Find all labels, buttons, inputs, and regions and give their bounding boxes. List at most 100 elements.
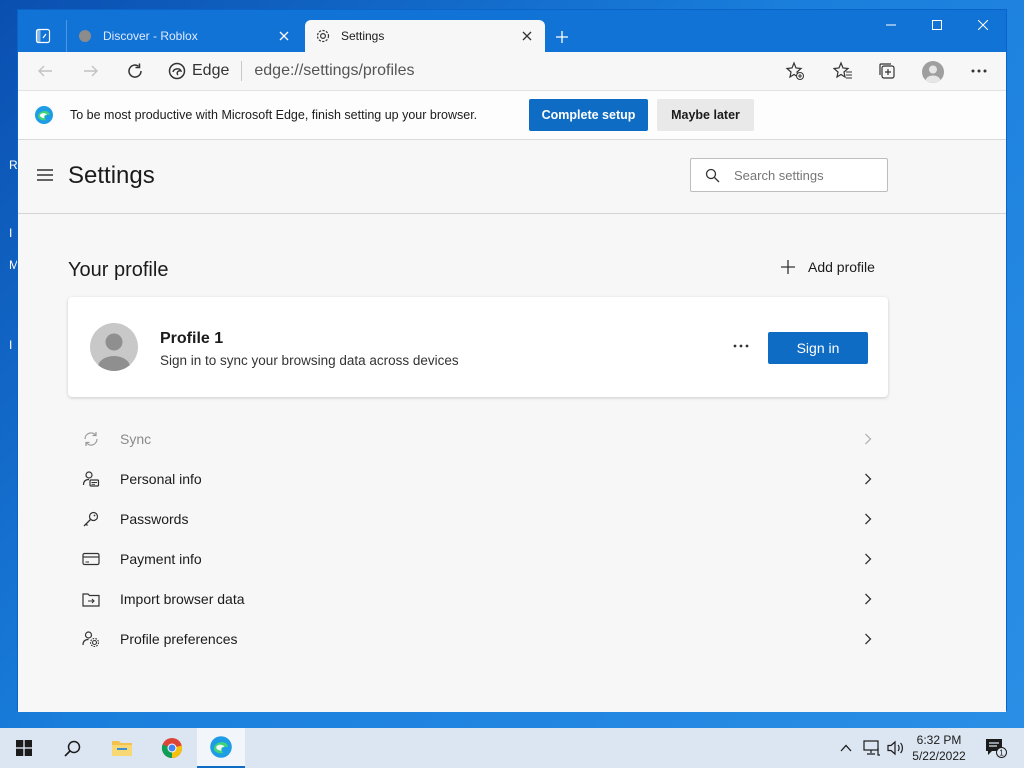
chevron-right-icon — [858, 509, 878, 529]
collections-button[interactable] — [872, 56, 902, 86]
menu-item-personal-info[interactable]: Personal info — [68, 459, 888, 499]
avatar-icon — [925, 65, 941, 83]
menu-item-label: Profile preferences — [120, 631, 238, 647]
more-horizontal-icon — [733, 344, 749, 348]
avatar-icon — [98, 333, 130, 371]
desktop-icon-label: I — [9, 226, 13, 240]
tab-title: Discover - Roblox — [103, 29, 198, 43]
notification-icon: 1 — [986, 739, 1007, 758]
edge-taskbar-button[interactable] — [197, 728, 245, 768]
arrow-right-icon — [84, 65, 98, 77]
tab-title: Settings — [341, 29, 385, 43]
profile-card: Profile 1 Sign in to sync your browsing … — [68, 297, 888, 397]
infobar-message: To be most productive with Microsoft Edg… — [70, 108, 478, 122]
settings-header: Settings — [18, 140, 1006, 214]
add-profile-button[interactable]: Add profile — [780, 255, 875, 279]
close-tab-icon[interactable] — [519, 28, 535, 44]
tray-overflow-button[interactable] — [834, 728, 858, 768]
taskbar-search-button[interactable] — [48, 728, 96, 768]
menu-item-import-browser-data[interactable]: Import browser data — [68, 579, 888, 619]
add-profile-label: Add profile — [808, 259, 875, 275]
browser-toolbar: Edge edge://settings/profiles — [18, 52, 1006, 90]
favorites-button[interactable] — [828, 56, 858, 86]
hamburger-menu-icon[interactable] — [36, 168, 54, 187]
plus-icon — [556, 31, 568, 43]
edge-logo-icon — [210, 736, 232, 758]
menu-item-passwords[interactable]: Passwords — [68, 499, 888, 539]
menu-item-label: Passwords — [120, 511, 189, 527]
key-icon — [80, 508, 102, 530]
profile-more-button[interactable] — [728, 333, 754, 359]
settings-more-button[interactable] — [964, 56, 994, 86]
roblox-favicon-icon — [77, 28, 93, 44]
tab-actions-button[interactable] — [24, 22, 62, 50]
profile-name: Profile 1 — [160, 330, 224, 347]
chevron-right-icon — [858, 629, 878, 649]
windows-logo-icon — [16, 740, 32, 756]
tab-actions-icon — [35, 28, 51, 44]
notification-count: 1 — [999, 749, 1004, 758]
more-horizontal-icon — [971, 69, 987, 73]
speaker-icon — [887, 740, 903, 756]
profile-preferences-icon — [80, 628, 102, 650]
refresh-button[interactable] — [120, 56, 150, 86]
maximize-icon — [932, 20, 942, 30]
start-button[interactable] — [0, 728, 48, 768]
refresh-icon — [128, 63, 142, 78]
minimize-button[interactable] — [868, 10, 914, 40]
network-button[interactable] — [859, 728, 885, 768]
personal-info-icon — [80, 468, 102, 490]
menu-item-label: Sync — [120, 431, 152, 447]
complete-setup-button[interactable]: Complete setup — [529, 99, 648, 131]
tab-settings[interactable]: Settings — [305, 20, 545, 52]
menu-item-payment-info[interactable]: Payment info — [68, 539, 888, 579]
maybe-later-button[interactable]: Maybe later — [657, 99, 754, 131]
setup-infobar: To be most productive with Microsoft Edg… — [18, 90, 1006, 140]
arrow-left-icon — [38, 65, 52, 77]
sign-in-button[interactable]: Sign in — [768, 332, 868, 364]
close-tab-icon[interactable] — [276, 28, 292, 44]
chevron-right-icon — [858, 429, 878, 449]
chrome-button[interactable] — [148, 728, 196, 768]
menu-item-label: Payment info — [120, 551, 202, 567]
back-button[interactable] — [30, 56, 60, 86]
search-settings-box[interactable] — [690, 158, 888, 192]
address-url[interactable]: edge://settings/profiles — [254, 62, 414, 80]
sidebar-item-sync[interactable]: Sync — [68, 419, 888, 459]
edge-logo-icon — [168, 62, 186, 80]
network-icon — [863, 740, 880, 756]
file-explorer-button[interactable] — [98, 728, 146, 768]
desktop-icon-label: I — [9, 338, 13, 352]
close-window-button[interactable] — [960, 10, 1006, 40]
minimize-icon — [886, 24, 896, 26]
edge-logo-icon — [34, 105, 54, 130]
tab-discover-roblox[interactable]: Discover - Roblox — [66, 20, 302, 52]
clock-time: 6:32 PM — [916, 733, 962, 747]
search-icon — [63, 740, 80, 757]
clock-date: 5/22/2022 — [912, 749, 966, 763]
clock[interactable]: 6:32 PM 5/22/2022 — [906, 732, 972, 764]
action-center-button[interactable]: 1 — [976, 728, 1016, 768]
maximize-button[interactable] — [914, 10, 960, 40]
collections-icon — [879, 63, 895, 79]
forward-button[interactable] — [76, 56, 106, 86]
menu-item-label: Import browser data — [120, 591, 245, 607]
add-favorite-button[interactable] — [780, 56, 810, 86]
page-title: Settings — [68, 162, 155, 189]
search-settings-input[interactable] — [734, 167, 864, 183]
favorites-icon — [833, 61, 852, 79]
volume-button[interactable] — [884, 728, 908, 768]
close-icon — [978, 20, 988, 30]
profile-avatar-button[interactable] — [922, 61, 944, 83]
chevron-right-icon — [858, 589, 878, 609]
plus-icon — [780, 259, 796, 275]
menu-item-profile-preferences[interactable]: Profile preferences — [68, 619, 888, 659]
chrome-icon — [161, 738, 183, 759]
sync-icon — [80, 428, 102, 450]
chevron-right-icon — [858, 549, 878, 569]
star-add-icon — [785, 61, 804, 80]
new-tab-button[interactable] — [551, 26, 573, 48]
menu-item-label: Personal info — [120, 471, 202, 487]
card-icon — [80, 548, 102, 570]
address-bar[interactable]: Edge edge://settings/profiles — [168, 56, 838, 86]
